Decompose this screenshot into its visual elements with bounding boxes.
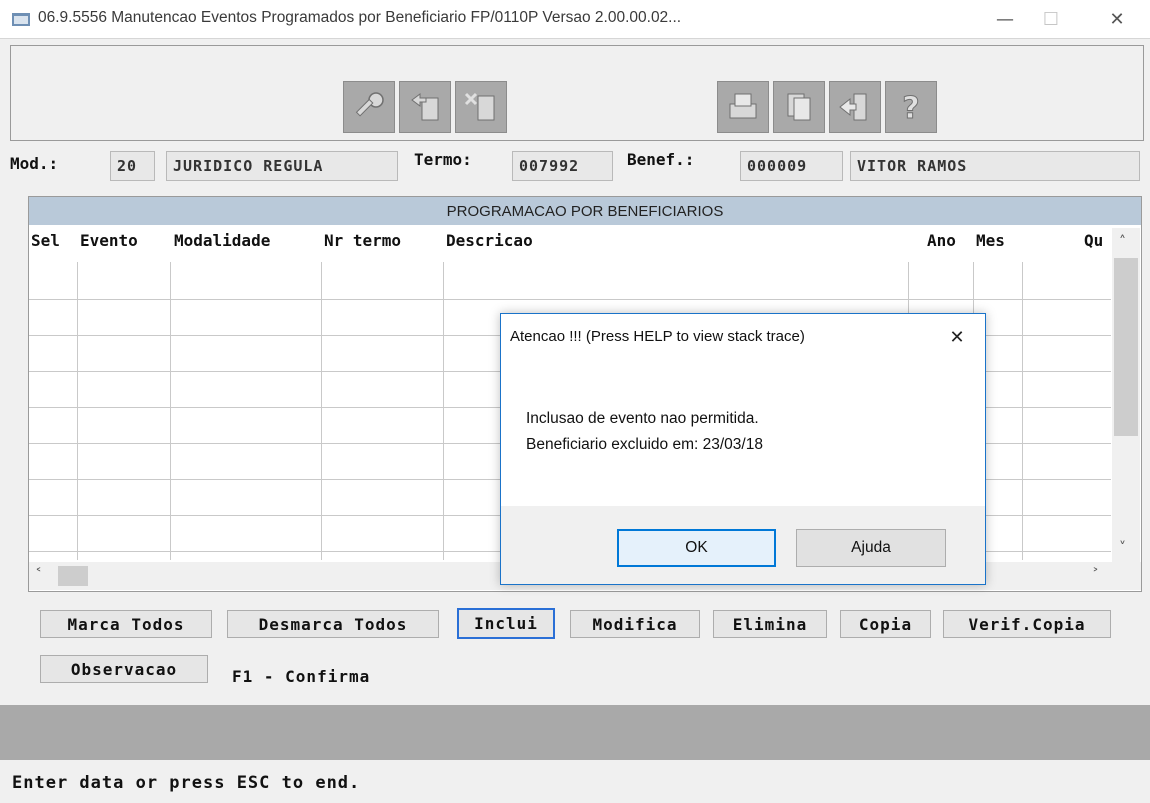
status-message: Enter data or press ESC to end.	[12, 773, 361, 793]
message-bar	[0, 705, 1150, 760]
help-icon[interactable]: ?	[885, 81, 937, 133]
svg-text:?: ?	[902, 91, 919, 126]
ajuda-button[interactable]: Ajuda	[796, 529, 946, 567]
col-ano[interactable]: Ano	[927, 231, 956, 250]
toolbar	[10, 45, 1144, 141]
col-descricao[interactable]: Descricao	[446, 231, 533, 250]
dialog-message-line1: Inclusao de evento nao permitida.	[526, 410, 759, 427]
dialog-close-button[interactable]: ✕	[940, 322, 974, 352]
f1-confirma-hint: F1 - Confirma	[232, 667, 371, 686]
modifica-button[interactable]: Modifica	[570, 610, 700, 638]
mod-name-field[interactable]: JURIDICO REGULA	[166, 151, 398, 181]
verif-copia-button[interactable]: Verif.Copia	[943, 610, 1111, 638]
exit-icon[interactable]	[829, 81, 881, 133]
inclui-button[interactable]: Inclui	[457, 608, 555, 639]
print-icon[interactable]	[717, 81, 769, 133]
copy-icon[interactable]	[773, 81, 825, 133]
benef-label: Benef.:	[627, 150, 695, 169]
mod-code-field[interactable]: 20	[110, 151, 155, 181]
scroll-up-icon[interactable]: ˄	[1119, 234, 1126, 250]
dialog-title: Atencao !!! (Press HELP to view stack tr…	[510, 328, 805, 345]
ok-button[interactable]: OK	[617, 529, 776, 567]
scroll-right-icon[interactable]: ˃	[1092, 567, 1099, 583]
col-sel[interactable]: Sel	[31, 231, 60, 250]
benef-name-field[interactable]: VITOR RAMOS	[850, 151, 1140, 181]
vertical-scroll-thumb[interactable]	[1114, 258, 1138, 436]
col-qu[interactable]: Qu	[1084, 231, 1103, 250]
scroll-left-icon[interactable]: ˂	[35, 567, 42, 583]
col-nr-termo[interactable]: Nr termo	[324, 231, 401, 250]
scroll-down-icon[interactable]: ˅	[1119, 540, 1126, 556]
termo-label: Termo:	[414, 150, 472, 169]
close-window-button[interactable]: ✕	[1094, 0, 1140, 38]
minimize-button[interactable]: —	[982, 0, 1028, 38]
copia-button[interactable]: Copia	[840, 610, 931, 638]
col-mes[interactable]: Mes	[976, 231, 1005, 250]
horizontal-scroll-thumb[interactable]	[58, 566, 88, 586]
dialog-message-line2: Beneficiario excluido em: 23/03/18	[526, 436, 763, 453]
termo-field[interactable]: 007992	[512, 151, 613, 181]
grid-row-divider	[29, 299, 1111, 300]
desmarca-todos-button[interactable]: Desmarca Todos	[227, 610, 439, 638]
col-modalidade[interactable]: Modalidade	[174, 231, 270, 250]
key-icon[interactable]	[343, 81, 395, 133]
marca-todos-button[interactable]: Marca Todos	[40, 610, 212, 638]
delete-record-icon[interactable]	[455, 81, 507, 133]
benef-code-field[interactable]: 000009	[740, 151, 843, 181]
mod-label: Mod.:	[10, 154, 59, 173]
col-evento[interactable]: Evento	[80, 231, 138, 250]
grid-title: PROGRAMACAO POR BENEFICIARIOS	[29, 197, 1141, 225]
maximize-button[interactable]: ☐	[1028, 0, 1074, 38]
copy-record-icon[interactable]	[399, 81, 451, 133]
window-title: 06.9.5556 Manutencao Eventos Programados…	[38, 9, 682, 26]
observacao-button[interactable]: Observacao	[40, 655, 208, 683]
elimina-button[interactable]: Elimina	[713, 610, 827, 638]
app-icon	[12, 13, 30, 26]
